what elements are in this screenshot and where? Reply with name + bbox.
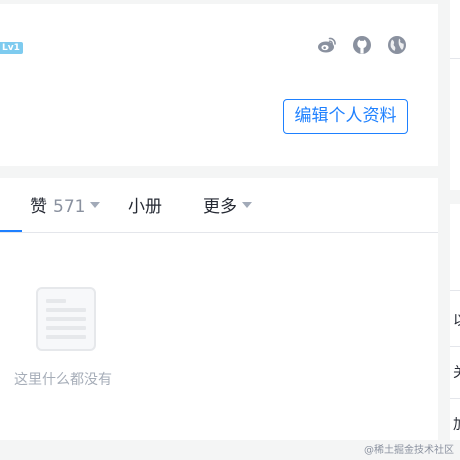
like-count: 571 (53, 197, 86, 217)
globe-icon[interactable] (387, 35, 407, 55)
tab-label: 赞 (30, 197, 47, 217)
github-icon[interactable] (352, 35, 372, 55)
tab-label: 更多 (203, 197, 237, 217)
level-badge: Lv1 (0, 42, 23, 54)
caret-down-icon (90, 202, 101, 208)
active-tab-indicator (0, 230, 22, 232)
sidebar-divider (450, 290, 460, 291)
tab-booklets[interactable]: 小册 (128, 196, 162, 218)
right-sidebar-gap (450, 190, 460, 204)
edit-profile-button[interactable]: 编辑个人资料 (283, 99, 408, 134)
tab-likes[interactable]: 赞 571 (30, 196, 101, 218)
right-sidebar (450, 0, 460, 460)
sidebar-item-label[interactable]: 关 (453, 364, 460, 382)
sidebar-item-label[interactable]: 以 (453, 312, 460, 330)
caret-down-icon (242, 202, 252, 208)
sidebar-divider (450, 398, 460, 399)
empty-state-text: 这里什么都没有 (14, 372, 112, 388)
watermark: @稀土掘金技术社区 (364, 445, 454, 456)
sidebar-item-label[interactable]: 加 (453, 416, 460, 434)
empty-document-icon (36, 287, 96, 351)
tabs-divider (0, 232, 438, 233)
sidebar-divider (450, 346, 460, 347)
profile-card (0, 4, 438, 166)
weibo-icon[interactable] (317, 35, 337, 55)
tab-label: 小册 (128, 197, 162, 217)
sidebar-divider (450, 58, 460, 59)
tab-more[interactable]: 更多 (203, 196, 252, 218)
